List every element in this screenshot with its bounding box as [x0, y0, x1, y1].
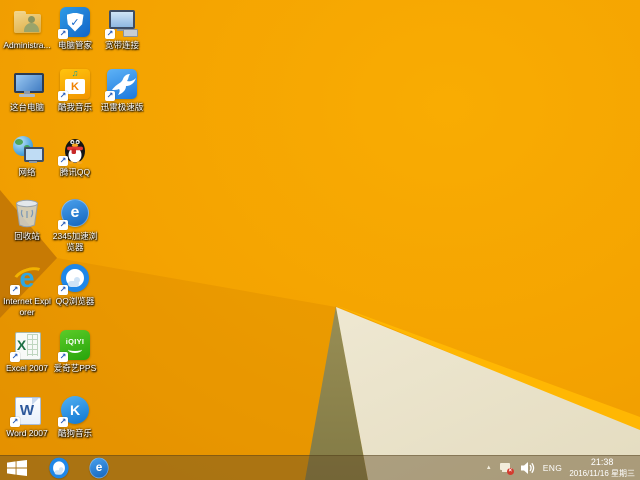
icon-label: Excel 2007: [5, 363, 49, 373]
clock-time: 21:38: [590, 457, 614, 467]
desktop-icon-word-2007[interactable]: W ↗ Word 2007: [3, 394, 51, 439]
icon-label: Internet Explorer: [3, 296, 51, 317]
icon-label: Administra...: [3, 40, 51, 50]
shortcut-arrow-icon: ↗: [105, 91, 115, 101]
taskbar-2345-browser-icon: e: [88, 456, 110, 480]
icon-label: 回收站: [14, 231, 40, 241]
taskbar-left-group: e: [0, 456, 114, 480]
desktop-icon-excel-2007[interactable]: X ↗ Excel 2007: [3, 329, 51, 374]
internet-explorer-icon: e ↗: [9, 262, 50, 295]
word-2007-icon: W ↗: [10, 394, 43, 427]
system-tray: ▲ × ENG 21:38 2016/11/16 星期三: [486, 456, 640, 480]
excel-2007-icon: X ↗: [10, 329, 43, 362]
shortcut-arrow-icon: ↗: [58, 91, 68, 101]
icon-label: QQ浏览器: [55, 296, 95, 306]
pc-manager-icon: ✓ ↗: [58, 6, 91, 39]
icon-label: 电脑管家: [57, 40, 92, 50]
network-status-icon[interactable]: ×: [499, 462, 514, 475]
start-button[interactable]: [0, 456, 34, 480]
iqiyi-pps-icon: iQIYI ↗: [58, 329, 91, 362]
icon-label: 爱奇艺PPS: [53, 363, 97, 373]
shortcut-arrow-icon: ↗: [58, 220, 68, 230]
taskbar-2345-browser[interactable]: e: [84, 452, 114, 480]
recycle-bin-icon: [11, 197, 43, 229]
kugou-music-icon: K ↗: [58, 394, 91, 427]
icon-label: 这台电脑: [9, 102, 44, 112]
desktop-icon-browser-2345[interactable]: e ↗ 2345加速浏览器: [51, 197, 99, 253]
icon-label: 宽带连接: [104, 40, 139, 50]
desktop-icon-broadband-connection[interactable]: ↗ 宽带连接: [98, 6, 146, 51]
broadband-connection-icon: ↗: [105, 6, 138, 39]
clock-date: 2016/11/16 星期三: [569, 469, 635, 478]
taskbar-qq-browser-icon: [48, 456, 70, 480]
desktop-icon-pc-manager[interactable]: ✓ ↗ 电脑管家: [51, 6, 99, 51]
desktop-icon-this-pc[interactable]: 这台电脑: [3, 68, 51, 113]
desktop-icon-grid: Administra... ✓ ↗ 电脑管家 ↗ 宽带连接 这台电脑 ♫ K ↗ 酷我音…: [0, 0, 640, 455]
volume-icon[interactable]: [520, 461, 536, 475]
desktop-icon-administrator-folder[interactable]: Administra...: [3, 6, 51, 51]
icon-label: 酷狗音乐: [57, 428, 92, 438]
qq-browser-icon: ↗: [58, 262, 91, 295]
shortcut-arrow-icon: ↗: [10, 352, 20, 362]
network-icon: [11, 133, 44, 165]
clock[interactable]: 21:38 2016/11/16 星期三: [569, 457, 635, 479]
this-pc-icon: [11, 68, 44, 100]
shortcut-arrow-icon: ↗: [58, 285, 68, 295]
icon-label: 腾讯QQ: [59, 167, 91, 177]
icon-label: 酷我音乐: [57, 102, 92, 112]
shortcut-arrow-icon: ↗: [58, 156, 68, 166]
xunlei-thunder-icon: ↗: [105, 68, 138, 101]
shortcut-arrow-icon: ↗: [105, 29, 115, 39]
browser-2345-icon: e ↗: [58, 197, 91, 230]
taskbar-pinned-apps: e: [34, 452, 114, 480]
kuwo-music-icon: ♫ K ↗: [58, 68, 91, 101]
taskbar: e ▲ × ENG 21:38 2016/11/16 星期三: [0, 455, 640, 480]
shortcut-arrow-icon: ↗: [58, 352, 68, 362]
administrator-folder-icon: [11, 6, 43, 38]
desktop-icon-kugou-music[interactable]: K ↗ 酷狗音乐: [51, 394, 99, 439]
shortcut-arrow-icon: ↗: [10, 417, 20, 427]
windows-desktop: Administra... ✓ ↗ 电脑管家 ↗ 宽带连接 这台电脑 ♫ K ↗ 酷我音…: [0, 0, 640, 480]
desktop-icon-tencent-qq[interactable]: ↗ 腾讯QQ: [51, 133, 99, 178]
desktop-icon-network[interactable]: 网络: [3, 133, 51, 178]
shortcut-arrow-icon: ↗: [10, 285, 20, 295]
tray-overflow-arrow-icon[interactable]: ▲: [486, 456, 492, 480]
windows-logo-icon: [7, 460, 27, 476]
shortcut-arrow-icon: ↗: [58, 29, 68, 39]
desktop-icon-qq-browser[interactable]: ↗ QQ浏览器: [51, 262, 99, 307]
network-error-badge: ×: [506, 467, 514, 475]
icon-label: 网络: [18, 167, 36, 177]
desktop-icon-xunlei-thunder[interactable]: ↗ 迅雷极速版: [98, 68, 146, 113]
desktop-icon-internet-explorer[interactable]: e ↗ Internet Explorer: [3, 262, 51, 318]
shortcut-arrow-icon: ↗: [58, 417, 68, 427]
language-indicator[interactable]: ENG: [543, 463, 563, 473]
icon-label: 2345加速浏览器: [52, 231, 98, 252]
icon-label: Word 2007: [6, 428, 48, 438]
desktop-icon-iqiyi-pps[interactable]: iQIYI ↗ 爱奇艺PPS: [51, 329, 99, 374]
taskbar-qq-browser[interactable]: [44, 452, 74, 480]
icon-label: 迅雷极速版: [100, 102, 144, 112]
tencent-qq-icon: ↗: [58, 133, 91, 166]
desktop-icon-recycle-bin[interactable]: 回收站: [3, 197, 51, 242]
desktop-icon-kuwo-music[interactable]: ♫ K ↗ 酷我音乐: [51, 68, 99, 113]
